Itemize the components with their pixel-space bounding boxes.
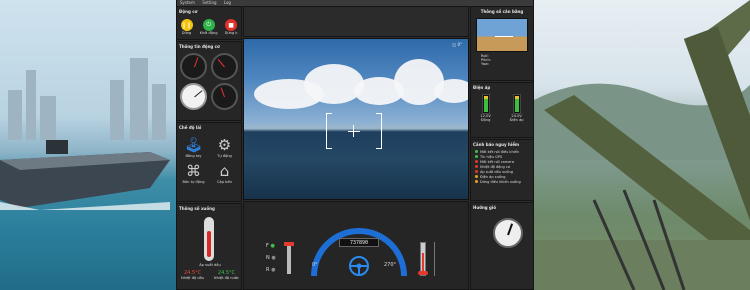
- pressure-gauge: [180, 83, 207, 110]
- camera-header: [243, 6, 469, 37]
- tachometer-gauge: [180, 53, 207, 80]
- voltage-panel: Điện áp 12.0V Động 24.0V Điện áp: [470, 82, 534, 138]
- balance-panel: Thông số cân bằng Roll: Pitch: Yaw:: [470, 6, 534, 81]
- attitude-indicator: [476, 18, 528, 52]
- cloud-shape: [434, 79, 468, 103]
- thermometer-label: Áp suất dầu: [199, 263, 221, 267]
- building-shape: [152, 84, 166, 140]
- steering-wheel-icon[interactable]: [352, 252, 366, 266]
- boat-illustration: [0, 140, 170, 210]
- boat-params-panel: Thông số xuồng Áp suất dầu 24.5°C Nhiệt …: [176, 203, 242, 290]
- camera-overlay-icon: ◱ 0°: [452, 42, 462, 47]
- boat-params-title: Thông số xuồng: [179, 206, 215, 211]
- throttle-slider[interactable]: [418, 242, 428, 276]
- arc-min-label: 0°: [312, 262, 318, 268]
- path-mode-label: Bản tự động: [182, 180, 205, 184]
- gear-selector[interactable]: F ● N ● R ●: [266, 240, 276, 276]
- return-mode-button[interactable]: ⌂ Cập bến: [211, 162, 238, 184]
- building-shape: [110, 80, 124, 140]
- launcher-illustration: [534, 0, 750, 290]
- voltage-bar-1: [481, 94, 490, 114]
- start-engine-label: Khởi động: [199, 31, 218, 35]
- wind-direction-panel: Hướng gió: [470, 202, 534, 290]
- arc-max-label: 270°: [384, 262, 397, 268]
- auto-mode-label: Tự động: [217, 154, 232, 158]
- voltage-bar-2: [512, 94, 521, 114]
- voltage-title: Điện áp: [473, 85, 491, 90]
- stop-icon: ■: [225, 19, 238, 31]
- manual-mode-button[interactable]: 🕹 Bằng tay: [180, 136, 207, 158]
- compass-icon: [493, 218, 523, 248]
- engine-info-title: Thông tin động cơ: [179, 44, 220, 49]
- camera-reticle: [326, 113, 382, 149]
- menu-log[interactable]: Log: [224, 0, 231, 5]
- engine-panel: Động cơ ❙❙ Dừng ⏻ Khởi động ■ Dừng k: [176, 6, 242, 40]
- warning-title: Cảnh báo nguy hiểm: [473, 142, 520, 147]
- gear-neutral[interactable]: N ●: [266, 252, 276, 264]
- menu-system[interactable]: System: [180, 0, 195, 5]
- engine-temp-label: Nhiệt độ dầu: [181, 276, 205, 280]
- cloud-shape: [394, 59, 444, 105]
- drive-mode-title: Chế độ lái: [179, 125, 202, 130]
- path-mode-button[interactable]: ⌘ Bản tự động: [180, 162, 207, 184]
- route-icon: ⌘: [186, 162, 201, 180]
- building-shape: [40, 96, 56, 140]
- fuel-gauge: [210, 83, 238, 110]
- warning-panel: Cảnh báo nguy hiểm Mất kết nối điều khiể…: [470, 139, 534, 201]
- stop-engine-button[interactable]: ❙❙ Dừng: [180, 19, 193, 35]
- gear-lever[interactable]: [284, 242, 294, 274]
- boat-photo-left: [0, 0, 176, 290]
- home-icon: ⌂: [219, 162, 230, 180]
- building-shape: [130, 58, 148, 140]
- building-shape: [26, 70, 36, 140]
- menu-setting[interactable]: Setting: [202, 0, 216, 5]
- stop-engine-label: Dừng: [181, 31, 192, 35]
- joystick-icon: 🕹: [183, 136, 204, 154]
- drive-mode-panel: Chế độ lái 🕹 Bằng tay ⚙ Tự động ⌘ Bản tự…: [176, 122, 242, 202]
- pause-icon: ❙❙: [180, 19, 193, 31]
- engine-panel-title: Động cơ: [179, 9, 198, 14]
- auto-mode-button[interactable]: ⚙ Tự động: [211, 136, 238, 158]
- yaw-label: Yaw:: [481, 62, 489, 66]
- voltage-2-label: Điện áp: [509, 118, 524, 122]
- return-mode-label: Cập bến: [217, 180, 232, 184]
- building-shape: [8, 90, 22, 140]
- cloud-shape: [304, 64, 364, 104]
- emergency-stop-button[interactable]: ■ Dừng k: [224, 19, 238, 35]
- drive-control-panel: F ● N ● R ● 737890 0° 270°: [243, 201, 469, 290]
- screen: System Setting Log Động cơ ❙❙ Dừng ⏻ Khở…: [0, 0, 750, 290]
- voltage-1-label: Động: [480, 118, 491, 122]
- wind-direction-title: Hướng gió: [473, 205, 497, 210]
- gear-forward[interactable]: F ●: [266, 240, 276, 252]
- power-icon: ⏻: [202, 19, 215, 31]
- launcher-photo-right: [534, 0, 750, 290]
- gears-icon: ⚙: [217, 136, 232, 154]
- warning-item: Dừng điều khiển xuồng: [475, 179, 533, 184]
- camera-view: ◱ 0°: [243, 38, 469, 200]
- emergency-stop-label: Dừng k: [224, 31, 238, 35]
- manual-mode-label: Bằng tay: [185, 154, 202, 158]
- temperature-gauge: [210, 53, 238, 80]
- odometer-display: 737890: [339, 238, 379, 247]
- engine-info-panel: Thông tin động cơ: [176, 41, 242, 121]
- throttle-scale: [434, 242, 438, 276]
- thermometer: [204, 217, 214, 261]
- balance-title: Thông số cân bằng: [480, 9, 524, 14]
- water-temp-label: Nhiệt độ nước: [213, 276, 239, 280]
- start-engine-button[interactable]: ⏻ Khởi động: [200, 19, 218, 35]
- gear-reverse[interactable]: R ●: [266, 264, 276, 276]
